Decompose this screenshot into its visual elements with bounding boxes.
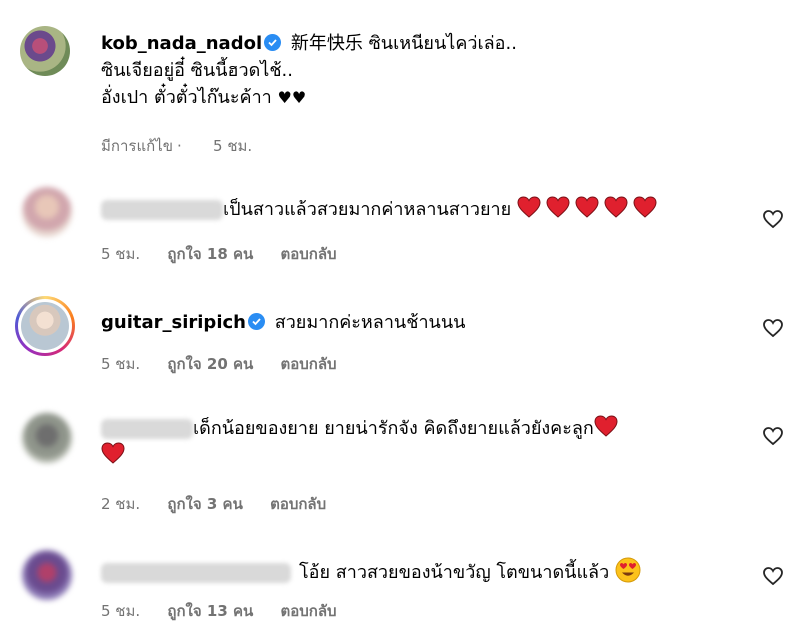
comment-meta: 5 ชม. ถูกใจ 20 คน ตอบกลับ xyxy=(101,352,359,376)
comment-content: lak_kaanเด็กน้อยของยาย ยายน่ารักจัง คิดถ… xyxy=(101,415,721,469)
comment-text-line: 新年快乐 ซินเหนียนไคว่เล่อ.. xyxy=(290,33,517,54)
red-heart-emoji xyxy=(517,196,541,218)
username[interactable]: kob_nada_nadol xyxy=(101,33,262,54)
comment-meta: มีการแก้ไข · 5 ชม. xyxy=(101,137,253,155)
comment-time: 5 ชม. xyxy=(101,355,141,373)
heart-outline-icon[interactable] xyxy=(761,424,785,448)
red-heart-emoji xyxy=(546,196,570,218)
heart-outline-icon[interactable] xyxy=(761,316,785,340)
username[interactable]: lak_kaan xyxy=(101,419,193,439)
reply-button[interactable]: ตอบกลับ xyxy=(270,495,326,513)
username[interactable]: kuan_pannawong xyxy=(101,563,291,583)
like-count[interactable]: ถูกใจ 18 คน xyxy=(167,245,253,263)
reply-button[interactable]: ตอบกลับ xyxy=(281,355,337,373)
heart-outline-icon[interactable] xyxy=(761,564,785,588)
heart-emojis xyxy=(517,196,662,220)
comment-time: 5 ชม. xyxy=(101,245,141,263)
comment-item: guitar_siripich สวยมากค่ะหลานช้านนน 5 ชม… xyxy=(0,285,800,395)
red-heart-emoji xyxy=(101,442,125,464)
black-heart-emoji: ♥♥ xyxy=(277,88,307,107)
username[interactable]: guitar_siripich xyxy=(101,312,246,333)
red-heart-emoji xyxy=(594,415,618,437)
heart-eyes-emoji xyxy=(615,557,641,583)
comment-text-line: ซินเจียอยู่อี๋ ซินนี้ฮวดไช้.. xyxy=(101,60,293,81)
comment-content: kob_nada_nadol 新年快乐 ซินเหนียนไคว่เล่อ.. … xyxy=(101,30,741,111)
comment-text: เป็นสาวแล้วสวยมากค่าหลานสาวยาย xyxy=(223,199,512,220)
avatar[interactable] xyxy=(15,296,75,356)
red-heart-emoji xyxy=(575,196,599,218)
comment-content: kuan_pannawong โอ้ย สาวสวยของน้าขวัญ โตขน… xyxy=(101,557,741,586)
avatar[interactable] xyxy=(22,413,72,463)
comment-meta: 5 ชม. ถูกใจ 18 คน ตอบกลับ xyxy=(101,242,359,266)
reply-button[interactable]: ตอบกลับ xyxy=(281,245,337,263)
comment-item: kob_nada_nadol 新年快乐 ซินเหนียนไคว่เล่อ.. … xyxy=(0,0,800,165)
comment-time: 5 ชม. xyxy=(213,137,253,155)
comment-meta: 5 ชม. ถูกใจ 13 คน ตอบกลับ xyxy=(101,599,359,623)
reply-button[interactable]: ตอบกลับ xyxy=(281,602,337,620)
verified-badge-icon xyxy=(247,313,265,330)
comment-time: 5 ชม. xyxy=(101,602,141,620)
heart-outline-icon[interactable] xyxy=(761,207,785,231)
like-count[interactable]: ถูกใจ 3 คน xyxy=(167,495,242,513)
verified-badge-icon xyxy=(264,34,282,51)
comment-content: kaeporntanเป็นสาวแล้วสวยมากค่าหลานสาวยาย xyxy=(101,196,741,223)
comment-item: kaeporntanเป็นสาวแล้วสวยมากค่าหลานสาวยาย… xyxy=(0,165,800,285)
like-count[interactable]: ถูกใจ 20 คน xyxy=(167,355,253,373)
comment-meta: 2 ชม. ถูกใจ 3 คน ตอบกลับ xyxy=(101,492,348,516)
edited-label: มีการแก้ไข xyxy=(101,137,173,155)
username[interactable]: kaeporntan xyxy=(101,200,223,220)
comment-text: สวยมากค่ะหลานช้านนน xyxy=(274,312,466,333)
comment-time: 2 ชม. xyxy=(101,495,141,513)
red-heart-emoji xyxy=(633,196,657,218)
comment-content: guitar_siripich สวยมากค่ะหลานช้านนน xyxy=(101,309,741,336)
red-heart-emoji xyxy=(604,196,628,218)
comment-item: lak_kaanเด็กน้อยของยาย ยายน่ารักจัง คิดถ… xyxy=(0,395,800,530)
comment-text: โอ้ย สาวสวยของน้าขวัญ โตขนาดนี้แล้ว xyxy=(299,562,610,583)
comment-text-line: อั่งเปา ตั๋วตั๋วไก๊นะค้าา xyxy=(101,87,272,108)
comment-item: kuan_pannawong โอ้ย สาวสวยของน้าขวัญ โตขน… xyxy=(0,530,800,639)
comment-text: เด็กน้อยของยาย ยายน่ารักจัง คิดถึงยายแล้… xyxy=(193,418,594,439)
avatar[interactable] xyxy=(20,26,70,76)
like-count[interactable]: ถูกใจ 13 คน xyxy=(167,602,253,620)
avatar[interactable] xyxy=(22,550,72,600)
avatar[interactable] xyxy=(22,187,72,237)
